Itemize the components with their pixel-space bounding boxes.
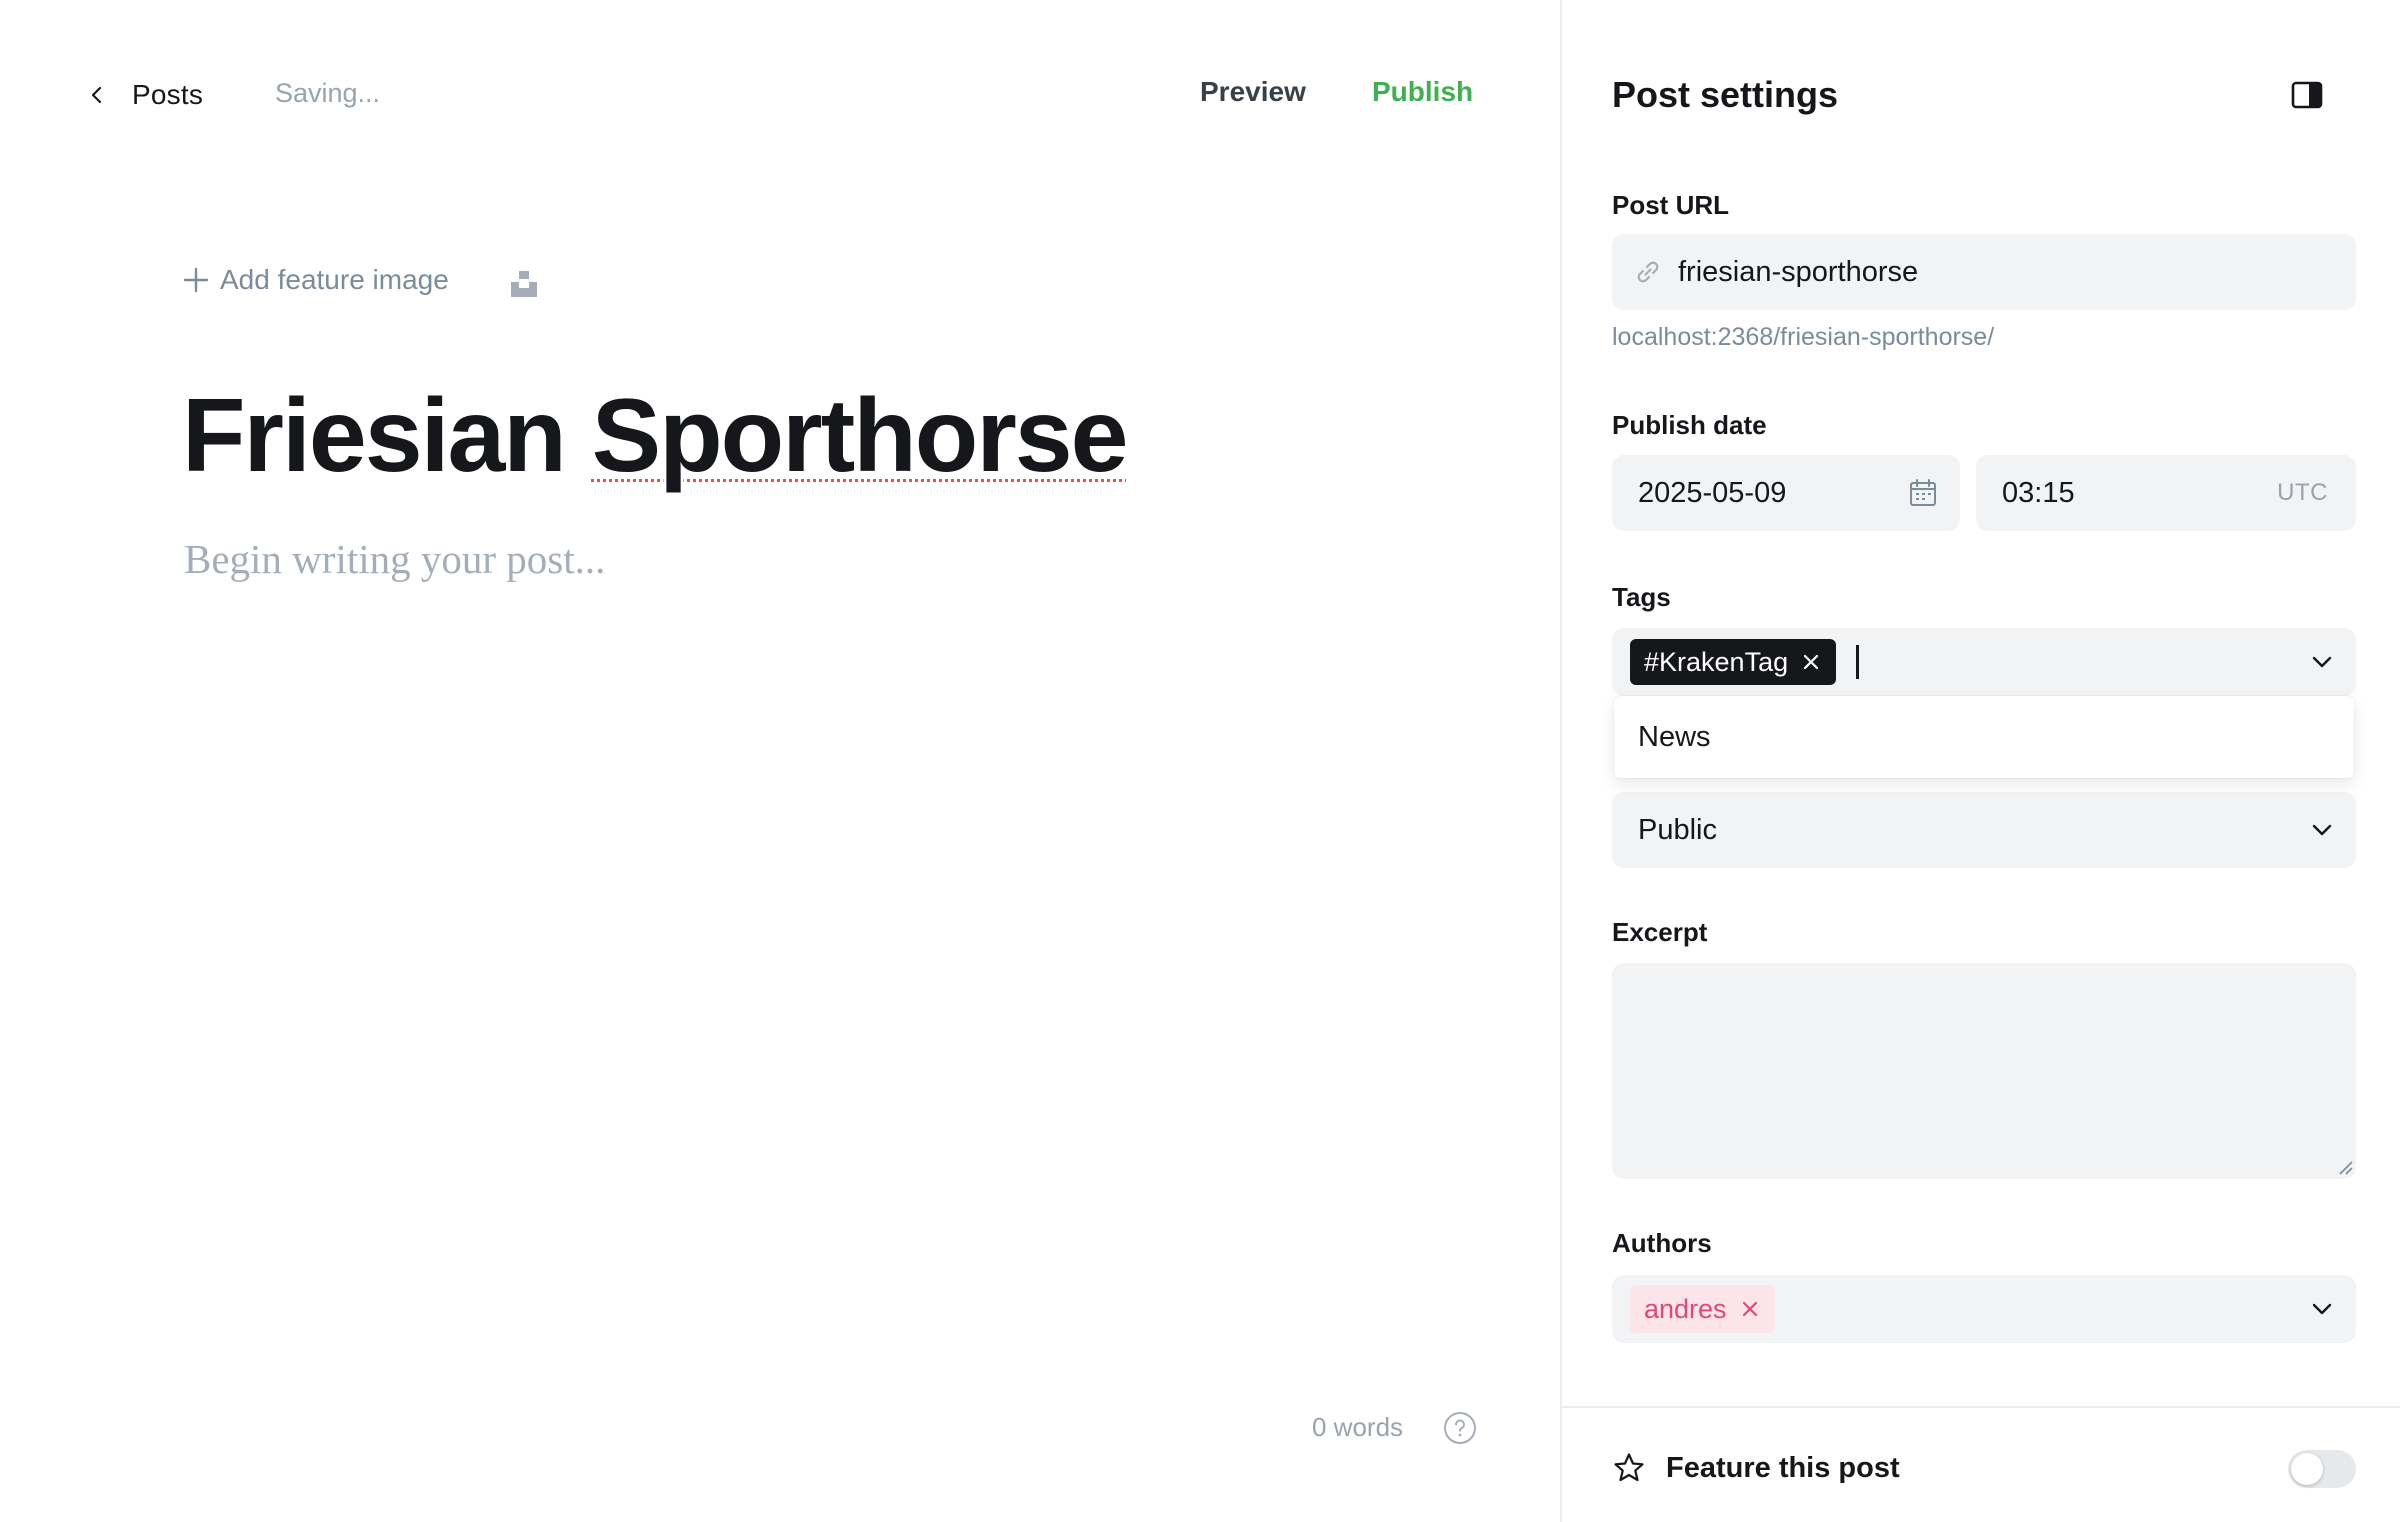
tags-input[interactable]: #KrakenTag	[1612, 628, 2356, 696]
post-title[interactable]: Friesian Sporthorse	[182, 376, 1129, 496]
feature-image-label: Add feature image	[220, 264, 449, 295]
tag-label: #KrakenTag	[1644, 646, 1789, 677]
star-icon	[1614, 1453, 1644, 1482]
tag-suggestions-dropdown: News	[1614, 696, 2354, 778]
back-to-posts-button[interactable]: Posts	[80, 70, 203, 120]
timezone-label: UTC	[2277, 479, 2328, 506]
close-icon[interactable]	[1800, 651, 1822, 673]
chevron-left-icon	[80, 78, 114, 112]
visibility-select[interactable]: Public	[1612, 792, 2356, 868]
feature-post-label: Feature this post	[1666, 1451, 1900, 1484]
excerpt-label: Excerpt	[1612, 917, 1708, 947]
post-title-word: Friesian	[182, 378, 567, 494]
date-value: 2025-05-09	[1638, 476, 1787, 509]
feature-post-toggle[interactable]	[2288, 1450, 2356, 1488]
publish-time-input[interactable]: 03:15 UTC	[1976, 455, 2356, 531]
post-title-word-misspelled: Sporthorse	[591, 378, 1129, 494]
tags-label: Tags	[1612, 582, 1671, 612]
editor-pane: Posts Saving... Preview Publish Add feat…	[0, 0, 1560, 1522]
tag-token: #KrakenTag	[1630, 639, 1837, 685]
section-divider	[1562, 1406, 2400, 1408]
publish-date-input[interactable]: 2025-05-09	[1612, 455, 1960, 531]
text-caret	[1856, 645, 1860, 679]
settings-title: Post settings	[1612, 74, 1839, 115]
plus-icon	[183, 267, 209, 293]
toggle-knob	[2291, 1453, 2323, 1485]
add-feature-image-button[interactable]: Add feature image	[182, 264, 449, 296]
post-url-value: friesian-sporthorse	[1678, 255, 1919, 288]
save-status: Saving...	[275, 78, 381, 108]
post-body-placeholder[interactable]: Begin writing your post...	[184, 535, 605, 583]
resize-handle-icon[interactable]	[2338, 1160, 2354, 1176]
visibility-value: Public	[1638, 813, 1717, 846]
post-url-hint: localhost:2368/friesian-sporthorse/	[1612, 323, 1995, 351]
post-url-label: Post URL	[1612, 190, 1729, 220]
unsplash-icon[interactable]	[508, 268, 540, 300]
authors-label: Authors	[1612, 1228, 1712, 1258]
authors-input[interactable]: andres	[1612, 1275, 2356, 1343]
post-settings-panel: Post settings Post URL friesian-sporthor…	[1560, 0, 2400, 1522]
back-label: Posts	[132, 79, 204, 110]
post-url-input[interactable]: friesian-sporthorse	[1612, 234, 2356, 310]
chevron-down-icon[interactable]	[2308, 1295, 2336, 1323]
sidebar-panel-icon[interactable]	[2290, 78, 2324, 112]
chevron-down-icon	[2312, 824, 2332, 836]
excerpt-textarea[interactable]	[1612, 963, 2356, 1179]
feature-post-row: Feature this post	[1612, 1446, 2356, 1490]
word-count: 0 words	[1312, 1412, 1404, 1442]
preview-button[interactable]: Preview	[1200, 76, 1306, 108]
tag-suggestion-option[interactable]: News	[1638, 721, 1711, 754]
author-token: andres	[1630, 1285, 1775, 1333]
calendar-icon[interactable]	[1908, 478, 1938, 508]
publish-date-label: Publish date	[1612, 410, 1767, 440]
author-label: andres	[1644, 1293, 1727, 1324]
publish-button[interactable]: Publish	[1372, 76, 1473, 108]
close-icon[interactable]	[1739, 1298, 1761, 1320]
link-icon	[1637, 261, 1659, 283]
question-circle-icon[interactable]	[1442, 1410, 1478, 1446]
chevron-down-icon[interactable]	[2308, 648, 2336, 676]
time-value: 03:15	[2002, 476, 2075, 509]
editor-header: Posts Saving... Preview Publish	[0, 0, 1560, 190]
